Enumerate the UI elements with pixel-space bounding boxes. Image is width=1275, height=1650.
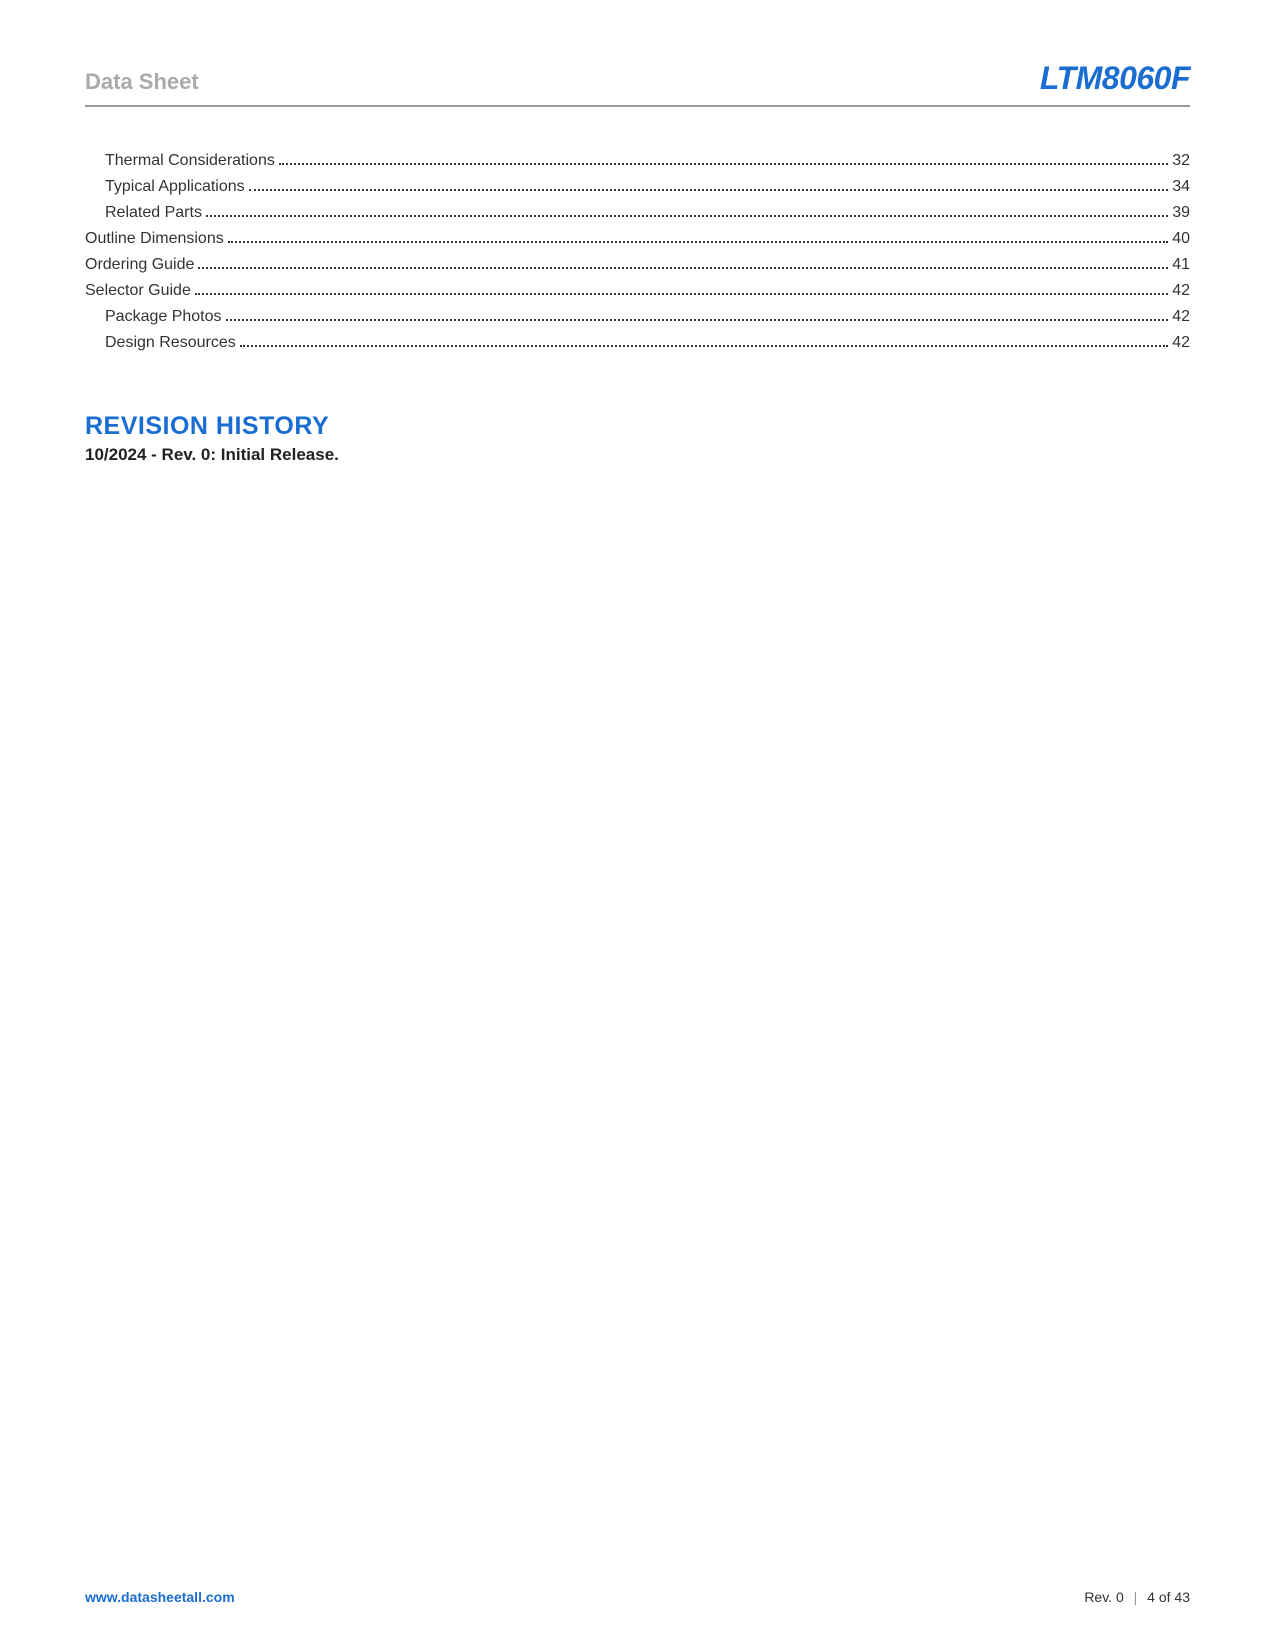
toc-page: 40 bbox=[1172, 230, 1190, 248]
toc-entry[interactable]: Related Parts 39 bbox=[85, 204, 1190, 222]
toc-page: 39 bbox=[1172, 204, 1190, 222]
toc-page: 41 bbox=[1172, 256, 1190, 274]
toc-page: 42 bbox=[1172, 334, 1190, 352]
toc-leader-dots bbox=[249, 189, 1169, 191]
revision-history-section: REVISION HISTORY 10/2024 - Rev. 0: Initi… bbox=[85, 412, 1190, 465]
toc-page: 32 bbox=[1172, 152, 1190, 170]
toc-leader-dots bbox=[279, 163, 1168, 165]
toc-label: Selector Guide bbox=[85, 282, 191, 300]
toc-label: Ordering Guide bbox=[85, 256, 194, 274]
toc-label: Package Photos bbox=[105, 308, 222, 326]
toc-leader-dots bbox=[198, 267, 1168, 269]
footer-page-info: Rev. 0 | 4 of 43 bbox=[1084, 1589, 1190, 1605]
toc-leader-dots bbox=[240, 345, 1168, 347]
toc-page: 42 bbox=[1172, 308, 1190, 326]
footer-page-number: 4 of 43 bbox=[1147, 1589, 1190, 1605]
toc-entry[interactable]: Thermal Considerations 32 bbox=[85, 152, 1190, 170]
header-part-number: LTM8060F bbox=[1040, 60, 1190, 97]
header-doc-type: Data Sheet bbox=[85, 69, 199, 95]
toc-entry[interactable]: Ordering Guide 41 bbox=[85, 256, 1190, 274]
toc-leader-dots bbox=[206, 215, 1168, 217]
toc-page: 42 bbox=[1172, 282, 1190, 300]
toc-page: 34 bbox=[1172, 178, 1190, 196]
toc-label: Outline Dimensions bbox=[85, 230, 224, 248]
revision-history-title: REVISION HISTORY bbox=[85, 412, 1190, 441]
toc-entry[interactable]: Outline Dimensions 40 bbox=[85, 230, 1190, 248]
toc-leader-dots bbox=[226, 319, 1169, 321]
footer-url[interactable]: www.datasheetall.com bbox=[85, 1589, 235, 1605]
table-of-contents: Thermal Considerations 32 Typical Applic… bbox=[85, 152, 1190, 352]
page-footer: www.datasheetall.com Rev. 0 | 4 of 43 bbox=[85, 1589, 1190, 1605]
toc-entry[interactable]: Typical Applications 34 bbox=[85, 178, 1190, 196]
toc-leader-dots bbox=[228, 241, 1168, 243]
toc-entry[interactable]: Selector Guide 42 bbox=[85, 282, 1190, 300]
footer-separator: | bbox=[1134, 1589, 1138, 1605]
page-header: Data Sheet LTM8060F bbox=[85, 60, 1190, 107]
toc-label: Design Resources bbox=[105, 334, 236, 352]
toc-leader-dots bbox=[195, 293, 1168, 295]
toc-label: Typical Applications bbox=[105, 178, 245, 196]
footer-revision: Rev. 0 bbox=[1084, 1589, 1123, 1605]
toc-label: Thermal Considerations bbox=[105, 152, 275, 170]
toc-entry[interactable]: Package Photos 42 bbox=[85, 308, 1190, 326]
toc-label: Related Parts bbox=[105, 204, 202, 222]
revision-history-entry: 10/2024 - Rev. 0: Initial Release. bbox=[85, 445, 1190, 465]
toc-entry[interactable]: Design Resources 42 bbox=[85, 334, 1190, 352]
